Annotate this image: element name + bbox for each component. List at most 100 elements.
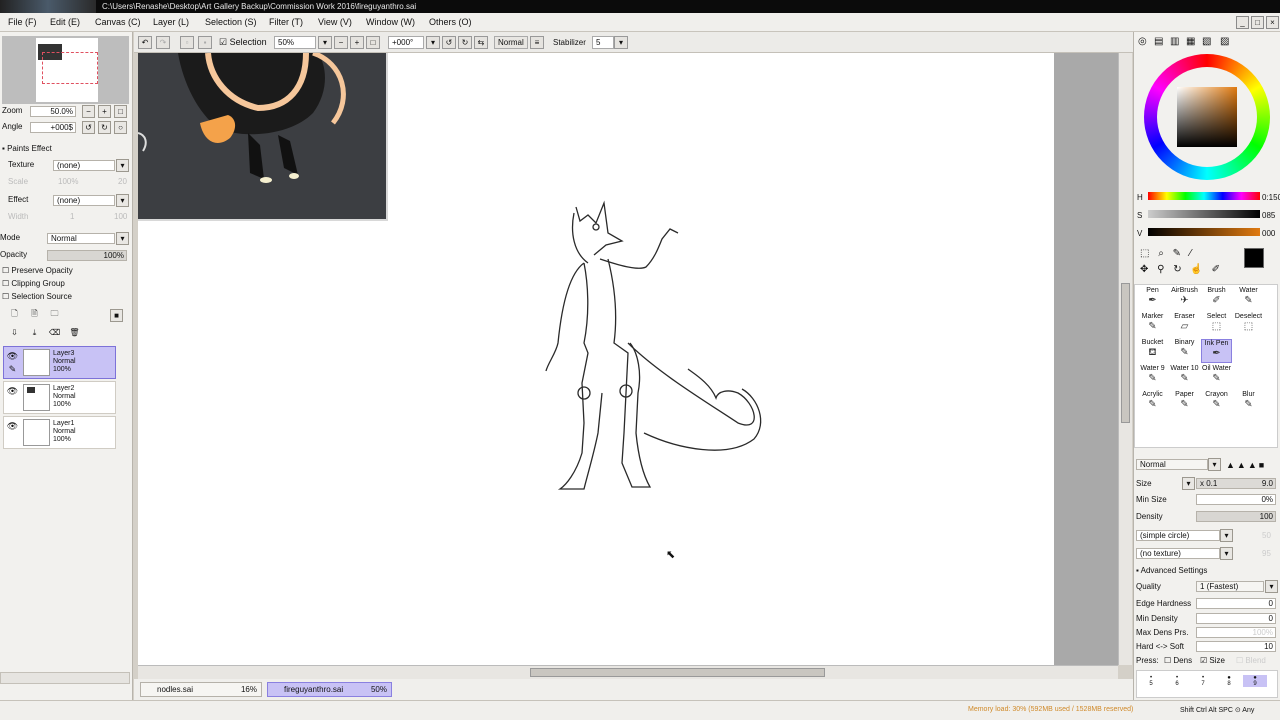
angle-dropdown-icon[interactable]: ▾ xyxy=(426,36,440,49)
quality-dropdown-icon[interactable]: ▾ xyxy=(1265,580,1278,593)
size-multiplier-icon[interactable]: ▾ xyxy=(1182,477,1195,490)
preset-size-6[interactable]: • 6 xyxy=(1165,675,1189,687)
angle-field[interactable]: +000$ xyxy=(30,122,76,133)
angle-select[interactable]: +000° xyxy=(388,36,424,49)
tool-bucket[interactable]: Bucket ⛾ xyxy=(1137,339,1168,363)
layer-list-scrollbar[interactable] xyxy=(0,672,130,684)
layer-item-layer3[interactable]: 👁 ✎ Layer3 Normal 100% xyxy=(3,346,116,379)
saturation-value-square[interactable] xyxy=(1177,87,1237,147)
tool-select[interactable]: Select ⬚ xyxy=(1201,313,1232,337)
menu-layer[interactable]: Layer (L) xyxy=(153,17,189,27)
swatches-tab-icon[interactable]: ▦ xyxy=(1186,36,1195,47)
tool-blur[interactable]: Blur ✎ xyxy=(1233,391,1264,415)
horizontal-scroll-thumb[interactable] xyxy=(530,668,825,677)
rotate-ccw-icon[interactable]: ↺ xyxy=(442,36,456,49)
quality-select[interactable]: 1 (Fastest) xyxy=(1196,581,1264,592)
min-density-slider[interactable]: 0 xyxy=(1196,613,1276,624)
user-color-tab-icon[interactable]: ▨ xyxy=(1220,36,1229,47)
visibility-eye-icon[interactable]: 👁 xyxy=(6,350,19,362)
menu-view[interactable]: View (V) xyxy=(318,17,352,27)
delete-layer-icon[interactable]: 🗑 xyxy=(68,327,81,340)
color-wheel[interactable] xyxy=(1144,54,1270,180)
rotate-right-button[interactable]: ↻ xyxy=(98,121,111,134)
preset-size-9[interactable]: ● 9 xyxy=(1243,675,1267,687)
max-density-pressure-slider[interactable]: 100% xyxy=(1196,627,1276,638)
advanced-settings-toggle[interactable]: ▪ Advanced Settings xyxy=(1136,566,1207,575)
blend-mode-select[interactable]: Normal xyxy=(494,36,528,49)
merge-down-icon[interactable]: ⤓ xyxy=(28,327,41,340)
brush-blend-dropdown-icon[interactable]: ▾ xyxy=(1208,458,1221,471)
zoom-reset-button[interactable]: □ xyxy=(114,105,127,118)
tool-water-10[interactable]: Water 10 ✎ xyxy=(1169,365,1200,389)
effect-select[interactable]: (none) xyxy=(53,195,115,206)
zoom-out-button[interactable]: − xyxy=(82,105,95,118)
saturation-slider[interactable] xyxy=(1148,210,1260,218)
tab-fireguyanthro[interactable]: fireguyanthro.sai 50% xyxy=(267,682,392,697)
menu-canvas[interactable]: Canvas (C) xyxy=(95,17,141,27)
min-size-slider[interactable]: 0% xyxy=(1196,494,1276,505)
flip-icon[interactable]: ⇆ xyxy=(474,36,488,49)
color-wheel-tab-icon[interactable]: ◎ xyxy=(1138,36,1147,47)
zoom-in-icon[interactable]: + xyxy=(350,36,364,49)
lock-pen-icon[interactable]: ✎ xyxy=(6,363,19,375)
horizontal-scrollbar[interactable] xyxy=(138,665,1118,679)
preset-size-8[interactable]: ● 8 xyxy=(1217,675,1241,687)
tab-nodles[interactable]: nodles.sai 16% xyxy=(140,682,262,697)
undo-icon[interactable]: ↶ xyxy=(138,36,152,49)
hsv-slider-tab-icon[interactable]: ▥ xyxy=(1170,36,1179,47)
clipping-group-checkbox[interactable]: ☐ Clipping Group xyxy=(2,277,65,291)
tool-crayon[interactable]: Crayon ✎ xyxy=(1201,391,1232,415)
rotate-cw-icon[interactable]: ↻ xyxy=(458,36,472,49)
texture-select[interactable]: (none) xyxy=(53,160,115,171)
brush-texture-dropdown-icon[interactable]: ▾ xyxy=(1220,547,1233,560)
visibility-eye-icon[interactable]: 👁 xyxy=(6,385,19,397)
menu-window[interactable]: Window (W) xyxy=(366,17,415,27)
preserve-opacity-checkbox[interactable]: ☐ Preserve Opacity xyxy=(2,264,73,278)
foreground-color-swatch[interactable] xyxy=(1244,248,1264,268)
vertical-scrollbar[interactable] xyxy=(1118,53,1132,665)
maximize-button[interactable]: □ xyxy=(1251,16,1264,29)
layer-options-icon[interactable]: ■ xyxy=(110,309,123,322)
new-folder-icon[interactable]: 🗀 xyxy=(48,308,61,321)
value-slider[interactable] xyxy=(1148,228,1260,236)
tool-ink-pen[interactable]: Ink Pen ✒ xyxy=(1201,339,1232,363)
zoom-fit-icon[interactable]: □ xyxy=(366,36,380,49)
tool-marker[interactable]: Marker ✎ xyxy=(1137,313,1168,337)
new-linework-layer-icon[interactable]: 🗎 xyxy=(28,308,41,321)
layer-item-layer2[interactable]: 👁 Layer2 Normal 100% xyxy=(3,381,116,414)
menu-file[interactable]: File (F) xyxy=(8,17,37,27)
tool-deselect[interactable]: Deselect ⬚ xyxy=(1233,313,1264,337)
selection-tools-icon[interactable]: ⬚ ⌕ ✎ ⁄ xyxy=(1140,248,1194,259)
size-slider[interactable]: x 0.1 9.0 xyxy=(1196,478,1276,489)
menu-edit[interactable]: Edit (E) xyxy=(50,17,80,27)
layer-item-layer1[interactable]: 👁 Layer1 Normal 100% xyxy=(3,416,116,449)
canvas-paper[interactable]: ⬉ xyxy=(138,53,1054,665)
tool-water-9[interactable]: Water 9 ✎ xyxy=(1137,365,1168,389)
blend-dropdown-icon[interactable]: ≡ xyxy=(530,36,544,49)
hard-soft-slider[interactable]: 10 xyxy=(1196,641,1276,652)
brush-shape-select[interactable]: (simple circle) xyxy=(1136,530,1220,541)
navigator-preview[interactable] xyxy=(2,36,129,104)
zoom-out-icon[interactable]: − xyxy=(334,36,348,49)
blend-mode-dropdown-icon[interactable]: ▾ xyxy=(116,232,129,245)
brush-blend-select[interactable]: Normal xyxy=(1136,459,1208,470)
zoom-in-button[interactable]: + xyxy=(98,105,111,118)
clear-layer-icon[interactable]: ⌫ xyxy=(48,327,61,340)
pressure-size-checkbox[interactable]: ☑ Size xyxy=(1200,656,1225,665)
texture-dropdown-icon[interactable]: ▾ xyxy=(116,159,129,172)
tool-water[interactable]: Water ✎ xyxy=(1233,287,1264,311)
density-slider[interactable]: 100 xyxy=(1196,511,1276,522)
preset-size-7[interactable]: • 7 xyxy=(1191,675,1215,687)
tool-paper[interactable]: Paper ✎ xyxy=(1169,391,1200,415)
redo-icon[interactable]: ↷ xyxy=(156,36,170,49)
hue-slider[interactable] xyxy=(1148,192,1260,200)
rotate-left-button[interactable]: ↺ xyxy=(82,121,95,134)
selection-checkbox[interactable]: ☑ Selection xyxy=(219,37,267,48)
pressure-density-checkbox[interactable]: ☐ Dens xyxy=(1164,656,1192,665)
invert-selection-icon[interactable]: ▪ xyxy=(198,36,212,49)
minimize-button[interactable]: _ xyxy=(1236,16,1249,29)
vertical-scroll-thumb[interactable] xyxy=(1121,283,1130,423)
tool-oil-water[interactable]: Oil Water ✎ xyxy=(1201,365,1232,389)
tool-acrylic[interactable]: Acrylic ✎ xyxy=(1137,391,1168,415)
stabilizer-dropdown-icon[interactable]: ▾ xyxy=(614,36,628,49)
